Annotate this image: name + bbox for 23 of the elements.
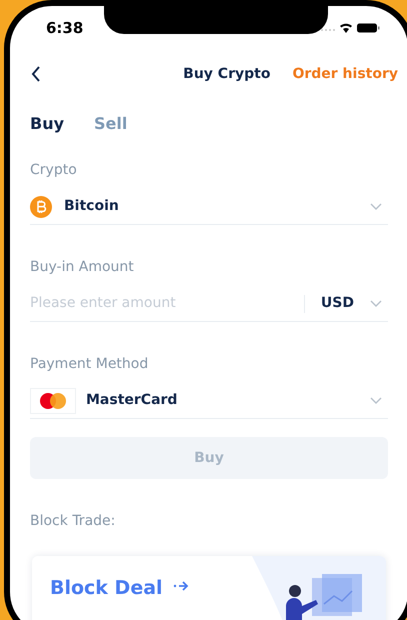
select-value: Bitcoin [64,197,119,216]
block-deal-card[interactable]: Block Deal [32,556,386,620]
wifi-icon [340,24,352,33]
field-label: Buy-in Amount [30,258,135,277]
bitcoin-icon [30,196,52,218]
currency-select[interactable]: USD [320,293,388,314]
select-field[interactable]: MasterCard [30,387,388,419]
chevron-down-icon [370,300,382,308]
field-label: Crypto [30,161,78,180]
card-title: Block Deal [50,576,163,601]
card-logo-icon [30,388,76,414]
select-value: MasterCard [86,391,178,410]
status-time: 6:38 [46,18,84,39]
amount-field[interactable]: Please enter amount [30,293,304,314]
tab[interactable]: Buy [30,112,64,136]
select-field[interactable]: Bitcoin [30,193,388,225]
field-label: Payment Method [30,355,150,374]
battery-icon [357,24,380,32]
section-heading: Block Trade: [30,512,116,531]
arrow-right-icon [172,580,189,592]
chevron-down-icon [370,202,382,210]
page-title: Buy Crypto [183,64,270,84]
chevron-down-icon [370,396,382,404]
